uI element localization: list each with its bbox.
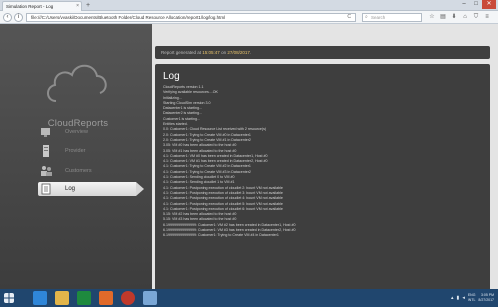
search-placeholder: Search xyxy=(371,15,386,20)
window-controls: – □ ✕ xyxy=(458,0,496,10)
ie-icon[interactable] xyxy=(33,291,47,305)
back-button[interactable]: ‹ xyxy=(3,13,12,22)
new-tab-button[interactable]: + xyxy=(86,1,90,10)
clipboard-icon[interactable]: ▤ xyxy=(439,13,447,22)
browser-toolbar: ‹ i file:///C:/Users/vvaski/Documents/Bl… xyxy=(0,11,498,24)
volume-icon[interactable]: ◂ xyxy=(462,295,465,301)
download-icon[interactable]: ⬇ xyxy=(450,13,458,22)
home-icon[interactable]: ⌂ xyxy=(461,13,469,22)
reload-icon[interactable]: C xyxy=(347,14,351,21)
clock-date: 8/27/2017 xyxy=(478,298,494,302)
close-window-button[interactable]: ✕ xyxy=(482,0,496,9)
overview-icon xyxy=(41,128,50,137)
browser-tab-bar: Simulation Report - Log × + – □ ✕ xyxy=(0,0,498,11)
header-on: on xyxy=(221,50,227,55)
report-page: CloudReports Overview Provider Customers xyxy=(0,24,498,289)
folder-icon[interactable] xyxy=(143,291,157,305)
customers-icon xyxy=(41,166,52,176)
address-bar[interactable]: file:///C:/Users/vvaski/Documents/Blueto… xyxy=(26,13,356,22)
info-icon[interactable]: i xyxy=(14,13,23,22)
firefox-icon[interactable] xyxy=(99,291,113,305)
sidebar-item-provider[interactable]: Provider xyxy=(38,144,136,158)
maximize-button[interactable]: □ xyxy=(470,0,482,9)
search-input[interactable]: ⌕ Search xyxy=(362,13,422,22)
report-header: Report generated at 15:05:47 on 27/08/20… xyxy=(155,46,490,59)
report-time: 15:05:47 xyxy=(202,50,220,55)
log-icon xyxy=(41,183,51,195)
tab-title: Simulation Report - Log xyxy=(6,4,54,9)
sidebar-item-label: Overview xyxy=(65,129,88,135)
header-suffix: . xyxy=(249,50,252,55)
sidebar-item-customers[interactable]: Customers xyxy=(38,164,136,178)
language-indicator[interactable]: ENG INTL xyxy=(468,293,476,303)
header-prefix: Report generated at xyxy=(161,50,202,55)
page-title: Log xyxy=(163,71,180,82)
taskbar: ▴ ▮ ◂ ENG INTL 3:05 PM 8/27/2017 xyxy=(0,289,498,307)
sidebar-item-label: Provider xyxy=(65,148,86,154)
shield-icon[interactable]: ⛉ xyxy=(472,13,480,22)
sidebar-item-overview[interactable]: Overview xyxy=(38,125,136,139)
sidebar-item-label: Customers xyxy=(65,168,92,174)
network-icon[interactable]: ▮ xyxy=(457,295,460,301)
explorer-icon[interactable] xyxy=(55,291,69,305)
report-date: 27/08/2017 xyxy=(227,50,250,55)
search-icon: ⌕ xyxy=(365,14,368,20)
log-line: 6.199999999999999: Customer1: Trying to … xyxy=(163,233,279,238)
sidebar: CloudReports Overview Provider Customers xyxy=(0,24,152,289)
provider-icon xyxy=(43,145,49,157)
media-icon[interactable] xyxy=(121,291,135,305)
star-icon[interactable]: ☆ xyxy=(428,13,436,22)
excel-icon[interactable] xyxy=(77,291,91,305)
log-panel: Log CloudReports version 1.1 Verifying av… xyxy=(155,64,490,289)
system-tray: ▴ ▮ ◂ ENG INTL 3:05 PM 8/27/2017 xyxy=(451,291,494,305)
start-icon[interactable] xyxy=(4,293,14,303)
sidebar-item-label: Log xyxy=(65,186,76,192)
browser-tab[interactable]: Simulation Report - Log × xyxy=(2,1,82,11)
toolbar-icons: ☆ ▤ ⬇ ⌂ ⛉ ≡ xyxy=(428,13,491,22)
clock[interactable]: 3:05 PM 8/27/2017 xyxy=(478,293,494,303)
url-text: file:///C:/Users/vvaski/Documents/Blueto… xyxy=(31,15,226,20)
chevron-up-icon[interactable]: ▴ xyxy=(451,295,454,301)
tab-close-icon[interactable]: × xyxy=(76,2,79,11)
cloud-logo-icon xyxy=(47,64,107,102)
tray-region: INTL xyxy=(467,298,476,302)
sidebar-item-log[interactable]: Log xyxy=(38,182,144,196)
active-indicator xyxy=(136,182,144,196)
menu-icon[interactable]: ≡ xyxy=(483,13,491,22)
log-lines: CloudReports version 1.1 Verifying availa… xyxy=(163,85,483,239)
minimize-button[interactable]: – xyxy=(458,0,470,9)
